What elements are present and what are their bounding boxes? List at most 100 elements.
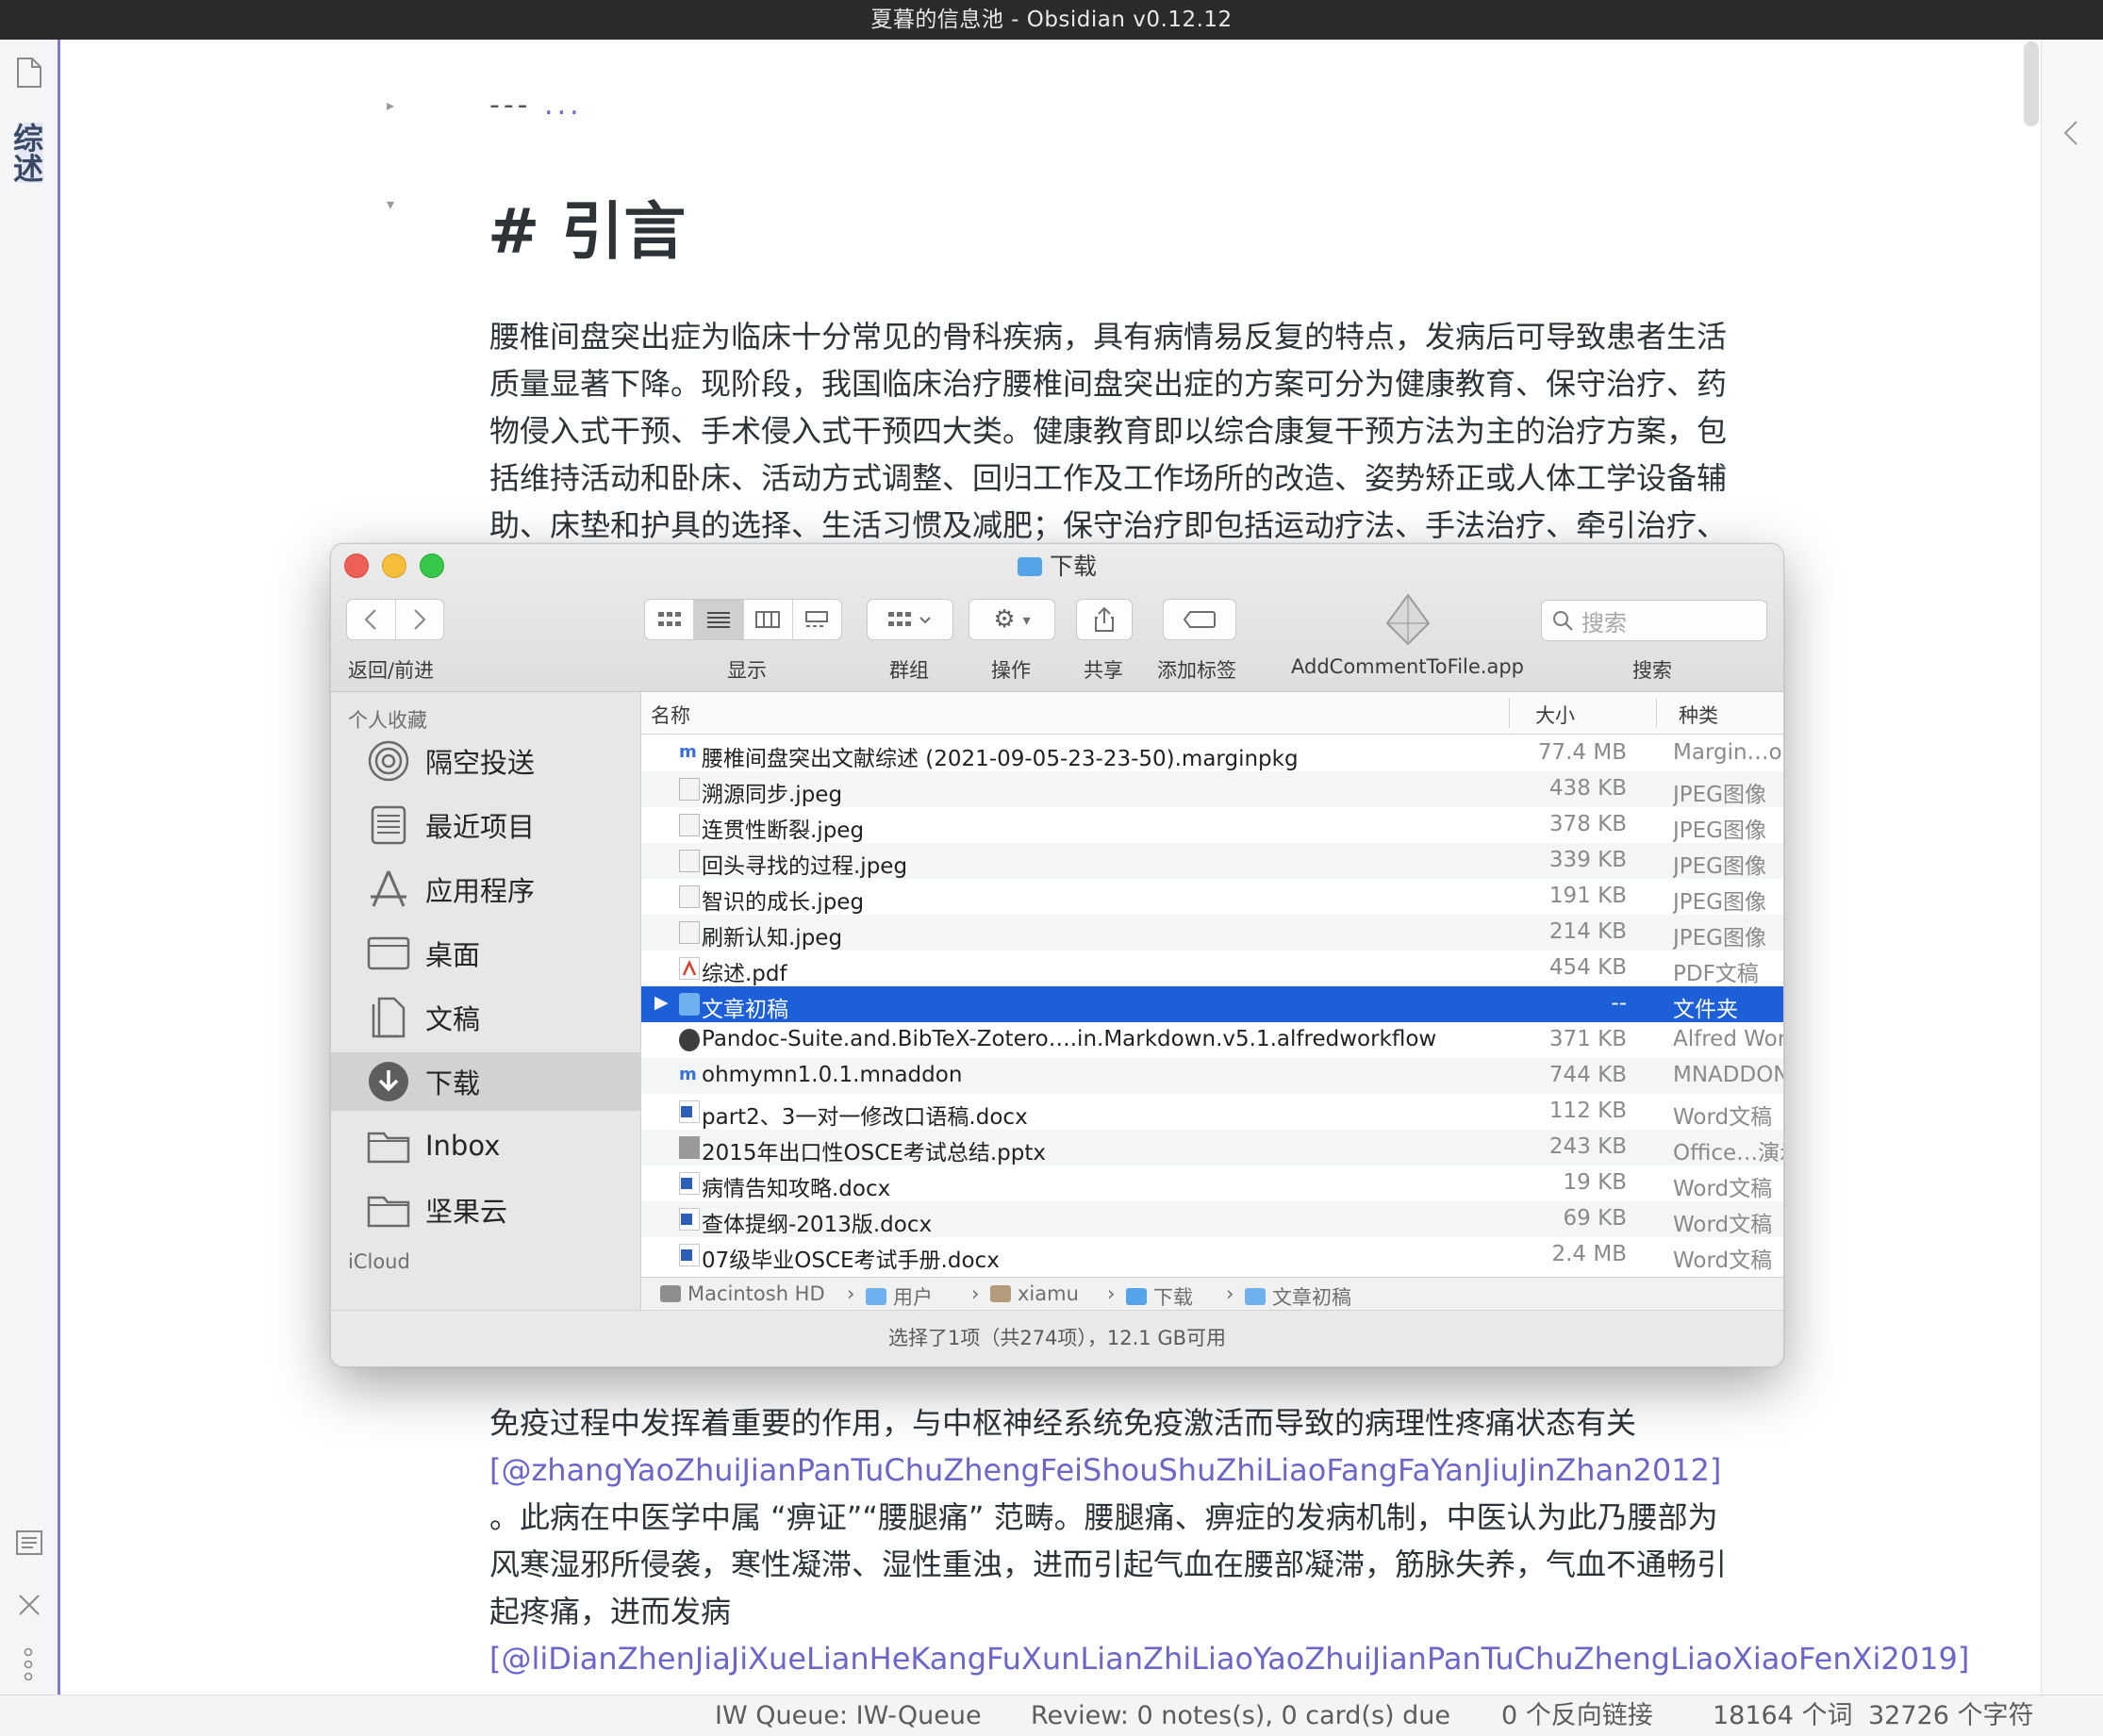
list-view-button[interactable] <box>694 600 744 639</box>
file-row[interactable]: 智识的成长.jpeg 191 KB JPEG图像 <box>641 879 1783 915</box>
folder-icon <box>363 1189 414 1231</box>
file-name: 连贯性断裂.jpeg <box>702 818 865 843</box>
path-item[interactable]: 下载 <box>1126 1282 1193 1311</box>
sidebar-item-recents[interactable]: 最近项目 <box>331 796 640 854</box>
file-row[interactable]: 2015年出口性OSCE考试总结.pptx 243 KB Office…演示 <box>641 1130 1783 1166</box>
chevron-down-icon: ▾ <box>1022 610 1031 629</box>
file-kind: Word文稿 <box>1673 1248 1773 1273</box>
path-item[interactable]: 用户 <box>866 1282 933 1311</box>
file-size: 371 KB <box>1548 1027 1627 1051</box>
hard-drive-icon <box>660 1285 681 1302</box>
fold-collapsed-icon[interactable]: ▸ <box>387 96 394 114</box>
file-row[interactable]: 溯源同步.jpeg 438 KB JPEG图像 <box>641 771 1783 807</box>
file-row[interactable]: 综述.pdf 454 KB PDF文稿 <box>641 951 1783 986</box>
action-button[interactable]: ⚙ ▾ <box>969 599 1055 640</box>
tab-review[interactable]: 综述 <box>8 123 44 183</box>
file-size: 744 KB <box>1548 1063 1627 1087</box>
status-iw-queue[interactable]: IW Queue: IW-Queue <box>715 1695 982 1736</box>
sidebar-item-desktop[interactable]: 桌面 <box>331 924 640 983</box>
fold-expanded-icon[interactable]: ▾ <box>387 195 394 213</box>
frontmatter[interactable]: --- ... <box>489 89 583 122</box>
search-placeholder: 搜索 <box>1581 609 1627 637</box>
recents-icon <box>363 804 414 846</box>
expand-right-sidebar-icon[interactable] <box>2062 119 2079 151</box>
add-tags-label: 添加标签 <box>1157 659 1236 682</box>
path-item[interactable]: xiamu <box>990 1282 1079 1305</box>
file-row[interactable]: m 腰椎间盘突出文献综述 (2021-09-05-23-23-50).margin… <box>641 736 1783 771</box>
add-tags-button[interactable] <box>1163 599 1236 640</box>
column-name[interactable]: 名称 <box>651 701 690 729</box>
desktop-icon <box>363 933 414 974</box>
group-button[interactable] <box>867 599 953 640</box>
column-kind[interactable]: 种类 <box>1679 701 1718 729</box>
editor-scrollbar[interactable] <box>2024 41 2039 126</box>
sidebar-item-downloads[interactable]: 下载 <box>331 1052 640 1111</box>
new-file-icon[interactable] <box>15 57 43 92</box>
sidebar-item-label: 最近项目 <box>425 811 536 843</box>
finder-status: 选择了1项（共274项），12.1 GB可用 <box>331 1310 1783 1366</box>
path-item[interactable]: 文章初稿 <box>1245 1282 1351 1311</box>
disclosure-triangle-icon[interactable]: ▶ <box>654 992 669 1013</box>
sidebar-item-jianguoyun[interactable]: 坚果云 <box>331 1181 640 1239</box>
file-row[interactable]: m ohmymn1.0.1.mnaddon 744 KB MNADDON <box>641 1058 1783 1094</box>
column-size[interactable]: 大小 <box>1535 701 1575 729</box>
sidebar-item-applications[interactable]: 应用程序 <box>331 860 640 918</box>
downloads-icon <box>363 1061 414 1102</box>
share-button[interactable] <box>1076 599 1133 640</box>
finder-window[interactable]: 下载 返回/前进 显示 群组 ⚙ ▾ 操作 共享 添加标签 AddComment… <box>330 543 1784 1367</box>
file-row[interactable]: 回头寻找的过程.jpeg 339 KB JPEG图像 <box>641 843 1783 879</box>
back-button[interactable] <box>347 600 396 639</box>
file-row[interactable]: 刷新认知.jpeg 214 KB JPEG图像 <box>641 915 1783 951</box>
gallery-view-button[interactable] <box>793 600 841 639</box>
sidebar-item-label: 下载 <box>425 1067 481 1099</box>
file-row[interactable]: Pandoc-Suite.and.BibTeX-Zotero….in.Markd… <box>641 1022 1783 1058</box>
citation-link[interactable]: [@liDianZhenJiaJiXueLianHeKangFuXunLianZ… <box>489 1641 1969 1677</box>
path-item[interactable]: Macintosh HD <box>660 1282 825 1305</box>
file-row[interactable]: 病情告知攻略.docx 19 KB Word文稿 <box>641 1166 1783 1201</box>
file-kind: JPEG图像 <box>1673 783 1767 807</box>
sidebar-item-documents[interactable]: 文稿 <box>331 988 640 1047</box>
status-review[interactable]: Review: 0 notes(s), 0 card(s) due <box>1031 1695 1450 1736</box>
sidebar-item-airdrop[interactable]: 隔空投送 <box>331 732 640 790</box>
more-options-icon[interactable] <box>23 1647 34 1685</box>
paragraph-mechanism[interactable]: 免疫过程中发挥着重要的作用，与中枢神经系统免疫激活而导致的病理性疼痛状态有关 [@… <box>489 1399 1969 1682</box>
file-size: -- <box>1611 991 1627 1016</box>
file-name: 综述.pdf <box>702 962 787 986</box>
heading-introduction[interactable]: # 引言 <box>488 181 686 272</box>
file-row[interactable]: ▶ 文章初稿 -- 文件夹 <box>641 986 1783 1022</box>
file-row[interactable]: part2、3一对一修改口语稿.docx 112 KB Word文稿 <box>641 1094 1783 1130</box>
image-icon <box>679 885 700 908</box>
file-row[interactable]: 查体提纲-2013版.docx 69 KB Word文稿 <box>641 1201 1783 1237</box>
forward-button[interactable] <box>396 600 444 639</box>
path-label: 文章初稿 <box>1272 1286 1351 1309</box>
image-icon <box>679 850 700 872</box>
word-icon <box>679 1208 700 1231</box>
outline-icon[interactable] <box>15 1529 43 1560</box>
close-icon[interactable] <box>15 1591 43 1623</box>
file-row[interactable]: 07级毕业OSCE考试手册.docx 2.4 MB Word文稿 <box>641 1237 1783 1273</box>
app-script-icon[interactable] <box>1380 591 1436 652</box>
paragraph-intro[interactable]: 腰椎间盘突出症为临床十分常见的骨科疾病，具有病情易反复的特点，发病后可导致患者生… <box>489 313 1734 577</box>
folder-icon <box>866 1288 886 1305</box>
sidebar-item-label: Inbox <box>425 1130 501 1162</box>
status-backlinks[interactable]: 0 个反向链接 <box>1501 1695 1653 1736</box>
image-icon <box>679 921 700 944</box>
frontmatter-more[interactable]: ... <box>544 89 583 122</box>
column-view-button[interactable] <box>744 600 793 639</box>
documents-icon <box>363 997 414 1038</box>
icon-view-button[interactable] <box>645 600 695 639</box>
back-forward-control <box>346 599 444 640</box>
sidebar-item-inbox[interactable]: Inbox <box>331 1116 640 1175</box>
finder-toolbar: 下载 返回/前进 显示 群组 ⚙ ▾ 操作 共享 添加标签 AddComment… <box>331 544 1783 692</box>
search-field[interactable]: 搜索 <box>1541 600 1767 641</box>
file-name: 腰椎间盘突出文献综述 (2021-09-05-23-23-50).marginp… <box>702 747 1299 771</box>
status-word-count: 18164 个词 <box>1713 1701 1853 1730</box>
sidebar-item-label: 坚果云 <box>425 1196 508 1228</box>
file-size: 214 KB <box>1548 919 1627 944</box>
file-size: 378 KB <box>1548 812 1627 836</box>
file-row[interactable]: 连贯性断裂.jpeg 378 KB JPEG图像 <box>641 807 1783 843</box>
app-label[interactable]: AddCommentToFile.app <box>1291 655 1524 678</box>
file-kind: JPEG图像 <box>1673 854 1767 879</box>
citation-link[interactable]: [@zhangYaoZhuiJianPanTuChuZhengFeiShouSh… <box>489 1452 1721 1488</box>
file-list[interactable]: 名称 大小 种类 m 腰椎间盘突出文献综述 (2021-09-05-23-23-5… <box>641 692 1783 1310</box>
